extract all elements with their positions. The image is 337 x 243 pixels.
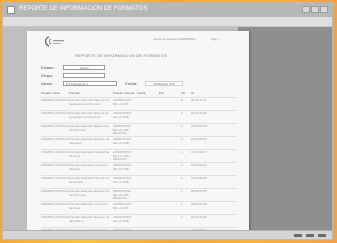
row-description: del Edificio — [69, 220, 84, 223]
status-indicator — [306, 234, 314, 237]
row-time: 09:00 09:28 — [191, 124, 207, 128]
table-row: F94AB08 -03012014 Formato Estandar Plan d… — [41, 97, 237, 110]
row-time: 09:00 14:17 — [191, 98, 207, 102]
table-row: F94AB08 -03012014 Formato Estandar Regist… — [41, 136, 237, 149]
row-description: del Area — [69, 155, 81, 158]
row-folio: F94AB08 -03012014 — [41, 111, 69, 115]
maximize-button[interactable] — [311, 6, 319, 13]
app-icon — [7, 6, 15, 14]
field-label-alerta: Alerta: — [41, 81, 53, 86]
field-value-alerta: 9-5 Planeacion 1 — [63, 80, 117, 86]
print-date: Fecha de Impresion 05/05/2014 — [153, 37, 196, 41]
row-description: Generales — [69, 181, 83, 184]
field-label-grupo: Grupo: — [41, 73, 54, 78]
column-header: Puesto / Comite — [113, 91, 135, 95]
company-logo — [44, 36, 64, 47]
row-description: del Personal — [69, 194, 86, 197]
row-time: 09:00 09:27 — [191, 150, 207, 154]
title-bar: REPORTE DE INFORMACION DE FORMATOS — [3, 3, 332, 18]
status-indicator — [318, 234, 326, 237]
minimize-button[interactable] — [302, 6, 310, 13]
table-row: F94AB08 -03012014 Formato Estandar Report… — [41, 110, 237, 123]
close-button[interactable] — [320, 6, 328, 13]
status-bar — [3, 230, 332, 239]
table-row: F94AB08 -03012014 Formato Estandar Contro… — [41, 201, 237, 214]
row-time: 09:00 09:28 — [191, 111, 207, 115]
row-folio: F94AB08 -03012014 — [41, 150, 69, 154]
row-count: 1 — [181, 150, 183, 154]
row-count: 1 — [181, 202, 183, 206]
window-title: REPORTE DE INFORMACION DE FORMATOS — [19, 6, 148, 12]
row-folio: F94AB08 -03012014 — [41, 189, 69, 193]
field-label-fecha: Fecha: — [125, 81, 138, 86]
column-header: Pza — [159, 91, 165, 95]
table-row: F94AB08 -03012014 Formato Estandar Plan d… — [41, 175, 237, 188]
row-folio: F94AB08 -03012014 — [41, 124, 69, 128]
row-time: 09:00 09:25 — [191, 215, 207, 219]
row-category: DE LA UNIDAD — [113, 180, 129, 184]
row-folio: F94AB08 -03012014 — [41, 98, 69, 102]
report-viewer: Fecha de Impresion 05/05/2014 Pag 1 REPO… — [3, 27, 332, 239]
row-count: 1 — [181, 215, 183, 219]
column-header: Ult — [181, 91, 185, 95]
row-time: 09:00 09:27 — [191, 163, 207, 167]
row-folio: F94AB08 -03012014 — [41, 137, 69, 141]
row-folio: F94AB08 -03012014 — [41, 215, 69, 219]
row-description: del Area — [69, 207, 81, 210]
row-category: DE LA UNIDAD — [113, 219, 129, 223]
table-header: Usuario / Folio Formato Puesto / Comite … — [41, 91, 237, 95]
row-count: 2 — [181, 111, 183, 115]
row-category: DE LA UNIDAD — [113, 206, 129, 210]
column-header: Usuario / Folio — [41, 91, 61, 95]
row-time: 09:00 09:26 — [191, 176, 207, 180]
column-header: Hr — [191, 91, 195, 95]
row-category: DE LA UNIDAD — [113, 167, 129, 171]
row-count: 1 — [181, 189, 183, 193]
row-description: del Personal — [69, 129, 86, 132]
row-time: 09:00 09:26 — [191, 189, 207, 193]
application-window: REPORTE DE INFORMACION DE FORMATOS Fecha… — [2, 2, 333, 240]
page-number: Pag 1 — [211, 37, 219, 41]
row-description: Generales del Personal — [69, 116, 101, 119]
report-page: Fecha de Impresion 05/05/2014 Pag 1 REPO… — [27, 31, 249, 231]
status-indicator — [294, 234, 302, 237]
row-folio: F94AB08 -03012014 — [41, 163, 69, 167]
table-row: F94AB08 -03012014 Formato Estandar Regist… — [41, 214, 237, 227]
row-time: 09:00 09:27 — [191, 137, 207, 141]
row-time: 09:00 09:25 — [191, 202, 207, 206]
row-folio: F94AB08 -03012014 — [41, 176, 69, 180]
table-row: F94AB08 -03012014 Formato Estandar Report… — [41, 188, 237, 201]
column-header: Fecha — [137, 91, 146, 95]
field-value-fecha: 05/05/2014 9:00 — [145, 80, 183, 86]
row-description: del Area — [69, 168, 81, 171]
row-count: 8 — [181, 98, 183, 102]
table-row: F94AB08 -03012014Formato Estandar Solici… — [41, 149, 237, 162]
field-value-estado: Jalisco — [63, 64, 105, 70]
row-count: 2 — [181, 124, 183, 128]
table-row: F94AB08 -03012014 Formato Estandar Bitaco… — [41, 123, 237, 136]
column-header: Formato — [69, 91, 81, 95]
row-category: DE LA UNIDAD — [113, 115, 129, 119]
row-count: 2 — [181, 176, 183, 180]
row-count: 1 — [181, 163, 183, 167]
row-folio: F94AB08 -03012014 — [41, 202, 69, 206]
row-description: Operativo — [69, 142, 83, 145]
field-value-grupo — [63, 72, 105, 78]
row-description: Generales del Personal — [69, 103, 101, 106]
field-label-estado: Estado: — [41, 65, 55, 70]
report-title: REPORTE DE INFORMACION DE FORMATOS — [75, 53, 168, 58]
row-category: DE LA UNIDAD — [113, 102, 129, 106]
row-count: 1 — [181, 137, 183, 141]
viewer-background — [238, 27, 332, 239]
table-row: F94AB08 -03012014 Formato Estandar Invent… — [41, 162, 237, 175]
row-category: DE LA UNIDAD — [113, 141, 129, 145]
report-table: F94AB08 -03012014 Formato Estandar Plan d… — [41, 97, 237, 231]
toolbar — [3, 17, 332, 27]
